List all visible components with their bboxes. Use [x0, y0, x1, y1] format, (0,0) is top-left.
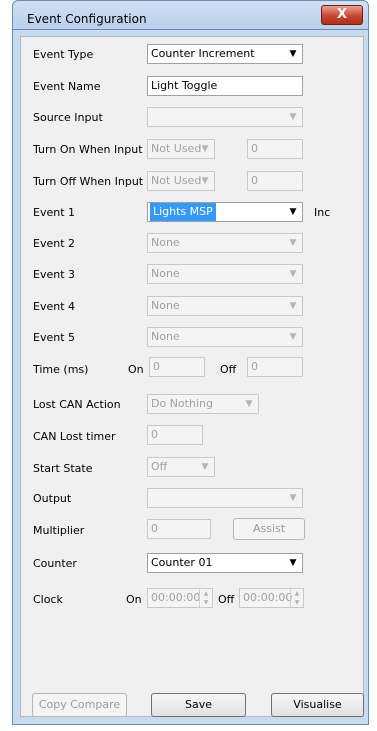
event-type-select[interactable]: Counter Increment ▼: [147, 44, 303, 64]
event1-suffix: Inc: [314, 206, 331, 219]
clock-label: Clock: [33, 593, 63, 606]
output-select[interactable]: ▼: [147, 488, 303, 508]
event4-label: Event 4: [33, 300, 76, 313]
event1-label: Event 1: [33, 206, 76, 219]
copy-compare-button[interactable]: Copy Compare: [32, 693, 127, 717]
chevron-down-icon: ▼: [289, 332, 297, 342]
event-name-input[interactable]: Light Toggle: [147, 76, 303, 96]
chevron-down-icon: ▼: [289, 207, 297, 217]
time-label: Time (ms): [33, 363, 89, 376]
turn-off-select[interactable]: Not Used ▼: [147, 171, 215, 191]
chevron-down-icon: ▼: [201, 462, 209, 472]
time-on-input[interactable]: 0: [149, 357, 205, 377]
event5-label: Event 5: [33, 331, 76, 344]
multiplier-input[interactable]: 0: [147, 519, 211, 539]
multiplier-label: Multiplier: [33, 524, 85, 537]
chevron-down-icon: ▼: [245, 399, 253, 409]
start-state-select[interactable]: Off ▼: [147, 457, 215, 477]
lost-can-action-label: Lost CAN Action: [33, 398, 121, 411]
chevron-down-icon: ▼: [289, 112, 297, 122]
time-off-label: Off: [220, 363, 237, 376]
title-bar[interactable]: Event Configuration X: [12, 0, 369, 30]
chevron-down-icon: ▼: [289, 269, 297, 279]
turn-off-label: Turn Off When Input Is: [33, 175, 156, 188]
save-button[interactable]: Save: [151, 693, 246, 717]
event2-label: Event 2: [33, 237, 76, 250]
turn-on-value-input[interactable]: 0: [247, 139, 303, 159]
event-name-label: Event Name: [33, 80, 101, 93]
counter-select[interactable]: Counter 01 ▼: [147, 553, 303, 573]
spinner-arrows-icon[interactable]: ▲ ▼: [199, 589, 212, 607]
turn-on-label: Turn On When Input Is: [33, 143, 155, 156]
turn-on-select[interactable]: Not Used ▼: [147, 139, 215, 159]
time-on-label: On: [128, 363, 144, 376]
chevron-down-icon: ▼: [289, 238, 297, 248]
spinner-arrows-icon[interactable]: ▲ ▼: [290, 589, 303, 607]
close-button[interactable]: X: [321, 5, 363, 25]
chevron-down-icon: ▼: [289, 493, 297, 503]
chevron-down-icon: ▼: [289, 558, 297, 568]
event5-select[interactable]: None ▼: [147, 327, 303, 347]
clock-on-input[interactable]: 00:00:00 ▲ ▼: [147, 588, 213, 608]
event-configuration-window: Event Configuration X Event Type Counter…: [0, 0, 377, 731]
clock-off-input[interactable]: 00:00:00 ▲ ▼: [239, 588, 304, 608]
lost-can-action-select[interactable]: Do Nothing ▼: [147, 394, 259, 414]
can-lost-timer-input[interactable]: 0: [147, 425, 203, 445]
can-lost-timer-label: CAN Lost timer: [33, 430, 116, 443]
event-type-label: Event Type: [33, 48, 94, 61]
event1-select[interactable]: Lights MSP ▼: [147, 202, 303, 222]
chevron-down-icon: ▼: [289, 301, 297, 311]
counter-label: Counter: [33, 557, 77, 570]
window-title: Event Configuration: [27, 12, 147, 26]
chevron-down-icon: ▼: [201, 144, 209, 154]
event3-select[interactable]: None ▼: [147, 264, 303, 284]
event3-label: Event 3: [33, 268, 76, 281]
clock-off-label: Off: [218, 593, 235, 606]
source-input-label: Source Input: [33, 111, 103, 124]
time-off-input[interactable]: 0: [247, 357, 303, 377]
clock-on-label: On: [126, 593, 142, 606]
start-state-label: Start State: [33, 462, 93, 475]
chevron-down-icon: ▼: [201, 176, 209, 186]
chevron-down-icon: ▼: [289, 49, 297, 59]
output-label: Output: [33, 492, 72, 505]
visualise-button[interactable]: Visualise: [271, 693, 364, 717]
event2-select[interactable]: None ▼: [147, 233, 303, 253]
source-input-select[interactable]: ▼: [147, 107, 303, 127]
event4-select[interactable]: None ▼: [147, 296, 303, 316]
turn-off-value-input[interactable]: 0: [247, 171, 303, 191]
assist-button[interactable]: Assist: [233, 518, 305, 540]
